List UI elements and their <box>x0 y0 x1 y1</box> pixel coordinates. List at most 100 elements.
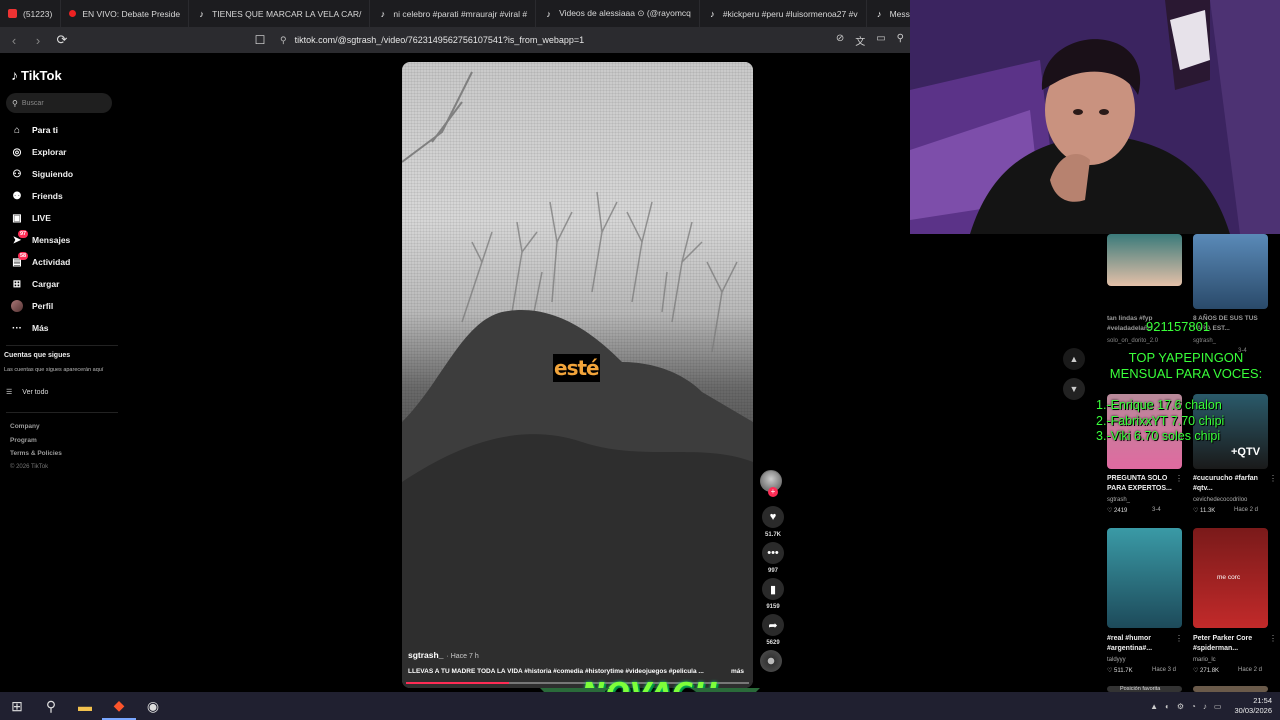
sidebar-item-perfil[interactable]: Perfil <box>10 295 118 317</box>
overlay-ranking-item: 3.-Viki 6.70 soles chipi <box>1096 429 1221 443</box>
follow-plus-icon[interactable]: + <box>768 487 778 497</box>
zoom-icon[interactable]: ⚲ <box>897 33 904 48</box>
video-author[interactable]: sgtrash_ · Hace 7 h <box>408 650 479 660</box>
browser-tab[interactable]: TIENES QUE MARCAR LA VELA CAR/ <box>189 0 371 27</box>
share-action[interactable]: ➦ 5629 <box>760 614 786 646</box>
comment-action[interactable]: ••• 997 <box>760 542 786 574</box>
rec-author[interactable]: cevichedecocodriloo <box>1193 497 1247 503</box>
tab-label: Videos de alessiaaa ⊙ (@rayomcq <box>559 8 691 18</box>
creator-avatar[interactable]: + <box>760 470 782 497</box>
sidebar-item-label: Perfil <box>32 301 54 311</box>
footer-link-company[interactable]: Company <box>10 420 62 434</box>
browser-tab[interactable]: (51223) <box>0 0 62 27</box>
rec-likes: ♡ 511.7K <box>1107 668 1133 674</box>
sidebar-item-mensajes[interactable]: ➤ 97 Mensajes <box>10 229 118 251</box>
translate-icon[interactable]: 文 <box>855 33 865 48</box>
rec-author[interactable]: sgtrash_ <box>1193 338 1216 344</box>
see-all-link[interactable]: ☰ Ver todo <box>6 388 48 397</box>
rec-thumbnail[interactable] <box>1107 234 1182 286</box>
sidebar-item-mas[interactable]: ··· Más <box>10 317 118 339</box>
rec-author[interactable]: mario_lc <box>1193 657 1216 663</box>
rec-title[interactable]: #cucurucho #farfan #qtv... <box>1193 474 1273 494</box>
cast-icon[interactable]: ▭ <box>876 33 885 48</box>
network-icon[interactable]: ◔ <box>1191 702 1196 711</box>
bookmark-icon[interactable]: ☐ <box>252 32 268 48</box>
video-actions: + ♥ 51.7K ••• 997 ▮ 9159 ➦ 5629 <box>760 470 786 672</box>
battery-icon[interactable]: ▭ <box>1214 702 1222 711</box>
back-button[interactable]: ‹ <box>4 30 24 50</box>
site-info-icon[interactable]: ⚲ <box>280 35 287 46</box>
browser-tab[interactable]: Videos de alessiaaa ⊙ (@rayomcq <box>536 0 700 27</box>
bookmark-icon[interactable]: ▮ <box>762 578 784 600</box>
like-action[interactable]: ♥ 51.7K <box>760 506 786 538</box>
file-explorer-icon[interactable]: ▬ <box>68 692 102 720</box>
comment-icon[interactable]: ••• <box>762 542 784 564</box>
windows-start-icon[interactable]: ⊞ <box>0 692 34 720</box>
volume-icon[interactable]: ♪ <box>1203 702 1207 711</box>
more-options-icon[interactable]: ⋮ <box>1269 634 1277 643</box>
tiktok-logo[interactable]: ♪ TikTok <box>11 67 62 83</box>
sidebar-item-live[interactable]: ▣ LIVE <box>10 207 118 229</box>
logo-text: TikTok <box>21 67 62 83</box>
screen: { "browser": { "tabs": [ {"label": "(512… <box>0 0 1280 720</box>
url-field[interactable]: ⚲ tiktok.com/@sgtrash_/video/76231495627… <box>274 30 834 50</box>
music-disc-icon[interactable] <box>760 650 782 672</box>
windows-taskbar: ⊞ ⚲ ▬ ◆ ◉ ▲ ◐ ⚙ ◔ ♪ ▭ 21:54 30/03/2026 <box>0 692 1280 720</box>
rec-title[interactable]: Peter Parker Core #spiderman... <box>1193 634 1273 654</box>
author-name[interactable]: sgtrash_ <box>408 650 443 660</box>
browser-tab-strip: (51223) EN VIVO: Debate Preside TIENES Q… <box>0 0 910 27</box>
heart-icon[interactable]: ♥ <box>762 506 784 528</box>
search-input[interactable]: ⚲ Buscar <box>6 93 112 113</box>
browser-tab[interactable]: #kickperu #peru #luisormenoa27 #v <box>700 0 867 27</box>
search-icon[interactable]: ⚲ <box>34 692 68 720</box>
save-action[interactable]: ▮ 9159 <box>760 578 786 610</box>
sidebar-item-label: Friends <box>32 191 63 201</box>
sidebar-item-label: Explorar <box>32 147 67 157</box>
tray-icon[interactable]: ⚙ <box>1177 702 1184 711</box>
rec-thumbnail[interactable]: me corc <box>1193 528 1268 628</box>
recommendations-panel: tan lindas #fyp #veladadelaño... solo_on… <box>1094 234 1280 692</box>
forward-button[interactable]: › <box>28 30 48 50</box>
tab-label: Messi, el REY de los <box>889 8 910 19</box>
rec-author[interactable]: solo_on_dorito_2.0 <box>1107 338 1158 344</box>
tiktok-icon <box>708 9 717 18</box>
progress-fill <box>406 682 509 684</box>
system-tray: ▲ ◐ ⚙ ◔ ♪ ▭ 21:54 30/03/2026 <box>1150 692 1272 720</box>
sidebar-item-siguiendo[interactable]: ⚇ Siguiendo <box>10 163 118 185</box>
tray-icon[interactable]: ▲ <box>1150 702 1158 711</box>
sidebar-item-cargar[interactable]: ⊞ Cargar <box>10 273 118 295</box>
more-options-icon[interactable]: ⋮ <box>1269 474 1277 483</box>
reload-button[interactable]: ⟳ <box>52 30 72 50</box>
footer-link-terms[interactable]: Terms & Policies <box>10 447 62 461</box>
overlay-ranking-item: 2.-FabrixxYT 7.70 chipi <box>1096 413 1225 428</box>
browser-tab[interactable]: Messi, el REY de los <box>867 0 910 27</box>
obs-icon[interactable]: ◉ <box>136 692 170 720</box>
browser-tab[interactable]: EN VIVO: Debate Preside <box>61 0 190 27</box>
address-bar: ‹ › ⟳ ☐ ⚲ tiktok.com/@sgtrash_/video/762… <box>0 27 910 53</box>
sidebar-item-label: Para ti <box>32 125 58 135</box>
scroll-down-button[interactable]: ▼ <box>1063 378 1085 400</box>
rec-thumbnail[interactable] <box>1193 234 1268 309</box>
video-player[interactable]: esté sgtrash_ · Hace 7 h LLEVAS A TU MADR… <box>402 62 753 688</box>
rec-thumbnail-label: me corc <box>1217 574 1241 581</box>
share-icon[interactable]: ➦ <box>762 614 784 636</box>
sidebar-item-explorar[interactable]: ◎ Explorar <box>10 141 118 163</box>
reader-mode-icon[interactable]: ⊘ <box>836 33 844 48</box>
clock[interactable]: 21:54 30/03/2026 <box>1234 696 1272 716</box>
notification-badge: 58 <box>18 252 29 260</box>
more-options-icon[interactable]: ⋮ <box>1175 634 1183 643</box>
rec-author[interactable]: taldyyy <box>1107 657 1126 663</box>
tray-icon[interactable]: ◐ <box>1165 702 1170 711</box>
browser-tab[interactable]: ni celebro #parati #mraurajr #viral # <box>370 0 537 27</box>
rec-thumbnail[interactable] <box>1107 528 1182 628</box>
sidebar-item-actividad[interactable]: ▤ 58 Actividad <box>10 251 118 273</box>
sidebar-item-label: Más <box>32 323 49 333</box>
more-options-icon[interactable]: ⋮ <box>1175 474 1183 483</box>
brave-browser-icon[interactable]: ◆ <box>102 692 136 720</box>
scroll-up-button[interactable]: ▲ <box>1063 348 1085 370</box>
footer-link-program[interactable]: Program <box>10 434 62 448</box>
sidebar-item-para-ti[interactable]: ⌂ Para ti <box>10 119 118 141</box>
rec-author[interactable]: sgtrash_ <box>1107 497 1130 503</box>
copyright-text: © 2026 TikTok <box>10 463 49 470</box>
sidebar-item-friends[interactable]: ⚉ Friends <box>10 185 118 207</box>
